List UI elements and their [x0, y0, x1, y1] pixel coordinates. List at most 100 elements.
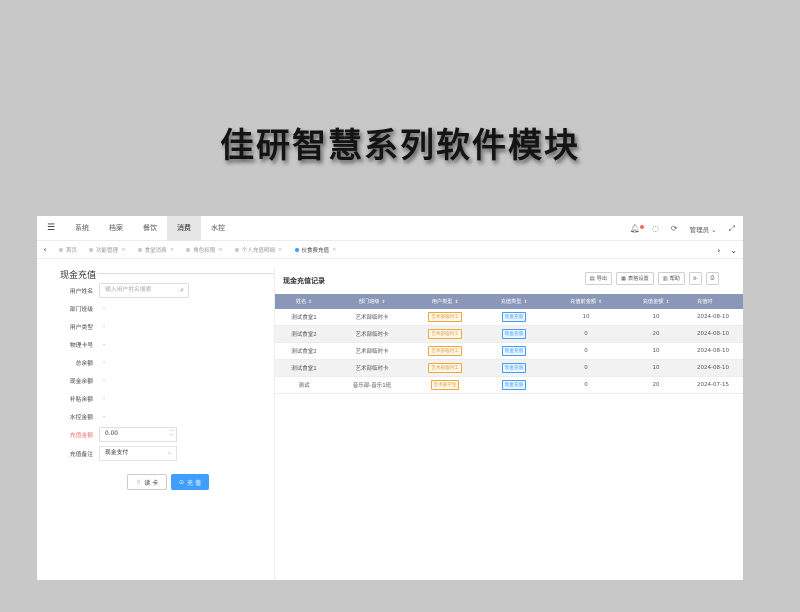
col-label: 充值前金额: [570, 299, 597, 305]
col-label: 姓名: [295, 299, 307, 305]
banner-title: 佳研智慧系列软件模块: [220, 126, 580, 166]
cell-dept: 艺术部临时卡: [355, 349, 389, 355]
sort-icon: ⇕: [454, 300, 459, 305]
records-table: 姓名 ⇕ 部门班级 ⇕ 用户类型 ⇕ 充值类型 ⇕ 充值前金额 ⇕ 充值金额 ⇕ 充值时 测…: [275, 294, 743, 394]
tab-label: 个人充值明细: [241, 247, 275, 254]
col-header[interactable]: 用户类型 ⇕: [411, 298, 479, 305]
remark-label: 充值备注: [69, 452, 93, 458]
cell-usertype: 艺术部临时工: [411, 363, 479, 373]
nav-item-archive[interactable]: 档案: [99, 216, 133, 241]
tab-label: 首页: [66, 247, 78, 254]
col-header[interactable]: 部门班级 ⇕: [333, 298, 411, 305]
sort-icon: ⇕: [308, 300, 313, 305]
cell-name: 测试食堂2: [291, 349, 317, 355]
read-card-button[interactable]: ♢ 读 卡: [127, 474, 167, 490]
col-header[interactable]: 充值金额 ⇕: [623, 298, 689, 305]
tabs-scroll-right-icon[interactable]: ›: [717, 246, 720, 255]
recharge-button[interactable]: ⊙ 充 值: [171, 474, 209, 490]
tabs-dropdown-icon[interactable]: ⌄: [730, 246, 737, 255]
cell-before: 0: [584, 331, 588, 337]
nav-item-consume[interactable]: 消费: [167, 216, 201, 241]
print-button[interactable]: ⎙: [706, 272, 719, 285]
usertype-label: 用户类型: [69, 325, 93, 331]
tab-home[interactable]: 首页: [53, 246, 83, 254]
export-button[interactable]: ▤ 导出: [584, 272, 613, 285]
sort-icon: ⇕: [523, 300, 528, 305]
user-name: 管理员: [689, 225, 710, 234]
notification-dot: [639, 225, 644, 229]
tab-label: 功能管理: [96, 247, 119, 254]
col-label: 部门班级: [358, 299, 380, 305]
row-total: 总余额 -: [47, 354, 275, 371]
tab-canteen-consume[interactable]: 食堂消费 ×: [132, 246, 181, 254]
cell-amount: 10: [652, 365, 660, 371]
close-icon[interactable]: ×: [332, 247, 337, 253]
table-row[interactable]: 测试 音乐部-音乐1班 艺术部学生 现金充值 0 20 2024-07-15: [275, 377, 743, 394]
col-header[interactable]: 充值类型 ⇕: [479, 298, 549, 305]
tabs-scroll-left-icon[interactable]: ‹: [37, 245, 53, 254]
col-header[interactable]: 充值时: [689, 298, 743, 305]
username-search-input[interactable]: 输入用户姓名搜索 ⌕: [99, 283, 189, 298]
col-label: 充值类型: [500, 299, 522, 305]
table-settings-button[interactable]: ▦ 表格设置: [616, 272, 654, 285]
stepper-icon[interactable]: ︿ ﹀: [169, 427, 174, 441]
chargetype-tag: 现金充值: [501, 363, 527, 373]
cell-time: 2024-07-15: [697, 382, 729, 388]
table-row[interactable]: 测试食堂2 艺术部临时卡 艺术部临时工 现金充值 0 20 2024-08-10: [275, 326, 743, 343]
table-row[interactable]: 测试食堂2 艺术部临时卡 艺术部临时工 现金充值 0 10 2024-08-10: [275, 343, 743, 360]
refresh-icon[interactable]: ⟳: [671, 224, 678, 233]
cell-usertype: 艺术部临时工: [411, 329, 479, 339]
cell-chargetype: 现金充值: [479, 346, 549, 356]
table-row[interactable]: 测试食堂1 艺术部临时卡 艺术部临时工 现金充值 0 10 2024-08-10: [275, 360, 743, 377]
tab-dot: [234, 247, 239, 252]
tab-function-manage[interactable]: 功能管理 ×: [83, 246, 132, 254]
records-toolbar: ▤ 导出 ▦ 表格设置 ▥ 帮助 ⊪ ⎙: [584, 272, 719, 285]
bell-icon[interactable]: 🔔︎: [630, 224, 644, 233]
close-icon[interactable]: ×: [170, 247, 175, 253]
nav-item-water[interactable]: 水控: [201, 216, 235, 241]
tab-role-permission[interactable]: 角色权限 ×: [180, 246, 229, 254]
cell-before: 0: [584, 365, 588, 371]
amount-input[interactable]: 0.00 ︿ ﹀: [99, 427, 177, 442]
top-right-tools: 🔔︎ ◌ ⟳ 管理员 ⌄ ⤢: [630, 216, 735, 241]
search-icon[interactable]: ⌕: [180, 284, 184, 297]
close-icon[interactable]: ×: [278, 247, 283, 253]
cell-name: 测试食堂2: [291, 332, 317, 338]
cell-name: 测试: [298, 383, 310, 389]
export-icon: ▤: [589, 275, 595, 282]
usertype-value: -: [103, 323, 106, 330]
help-button[interactable]: ▥ 帮助: [657, 272, 685, 285]
table-row[interactable]: 测试食堂1 艺术部临时卡 艺术部临时工 现金充值 10 10 2024-08-1…: [275, 309, 743, 326]
fullscreen-icon[interactable]: ⤢: [729, 224, 735, 234]
cell-before: 10: [582, 314, 590, 320]
tab-personal-recharge[interactable]: 个人充值明细 ×: [229, 246, 289, 254]
check-circle-icon: ⊙: [179, 478, 185, 486]
remark-select[interactable]: 现金支付 ⌄: [99, 446, 177, 461]
chat-icon[interactable]: ◌: [652, 224, 659, 233]
tab-meal-recharge[interactable]: 伙食费充值 ×: [289, 246, 343, 254]
nav-item-system[interactable]: 系统: [65, 216, 99, 241]
close-icon[interactable]: ×: [121, 247, 126, 253]
sort-icon: ⇕: [381, 300, 386, 305]
app-window: ☰ 系统 档案 餐饮 消费 水控 🔔︎ ◌ ⟳ 管理员 ⌄ ⤢ ‹ 首页 功能管…: [37, 216, 743, 580]
col-header[interactable]: 姓名 ⇕: [275, 298, 333, 305]
menu-icon[interactable]: ☰: [37, 223, 65, 233]
recharge-label: 充 值: [187, 479, 201, 487]
col-header[interactable]: 充值前金额 ⇕: [549, 298, 623, 305]
tab-label: 伙食费充值: [301, 247, 330, 254]
cell-before: 0: [584, 382, 588, 388]
user-menu[interactable]: 管理员 ⌄: [690, 224, 717, 234]
cell-amount: 10: [652, 314, 660, 320]
main-content: 现金充值 用户姓名 输入用户姓名搜索 ⌕ 部门班级 - 用户类型 - 物理卡号 …: [37, 260, 743, 580]
water-label: 水控金额: [69, 415, 93, 421]
cell-amount: 10: [652, 348, 660, 354]
amount-value: 0.00: [105, 431, 118, 437]
remark-value: 现金支付: [105, 450, 129, 456]
close-icon[interactable]: ×: [218, 247, 223, 253]
columns-button[interactable]: ⊪: [689, 272, 702, 285]
page-tabs-bar: ‹ 首页 功能管理 × 食堂消费 × 角色权限 × 个人充值明细 × 伙食费充值 × › …: [37, 241, 743, 259]
nav-item-catering[interactable]: 餐饮: [133, 216, 167, 241]
total-label: 总余额: [75, 361, 93, 367]
dept-label: 部门班级: [69, 307, 93, 313]
cell-time: 2024-08-10: [697, 331, 729, 337]
